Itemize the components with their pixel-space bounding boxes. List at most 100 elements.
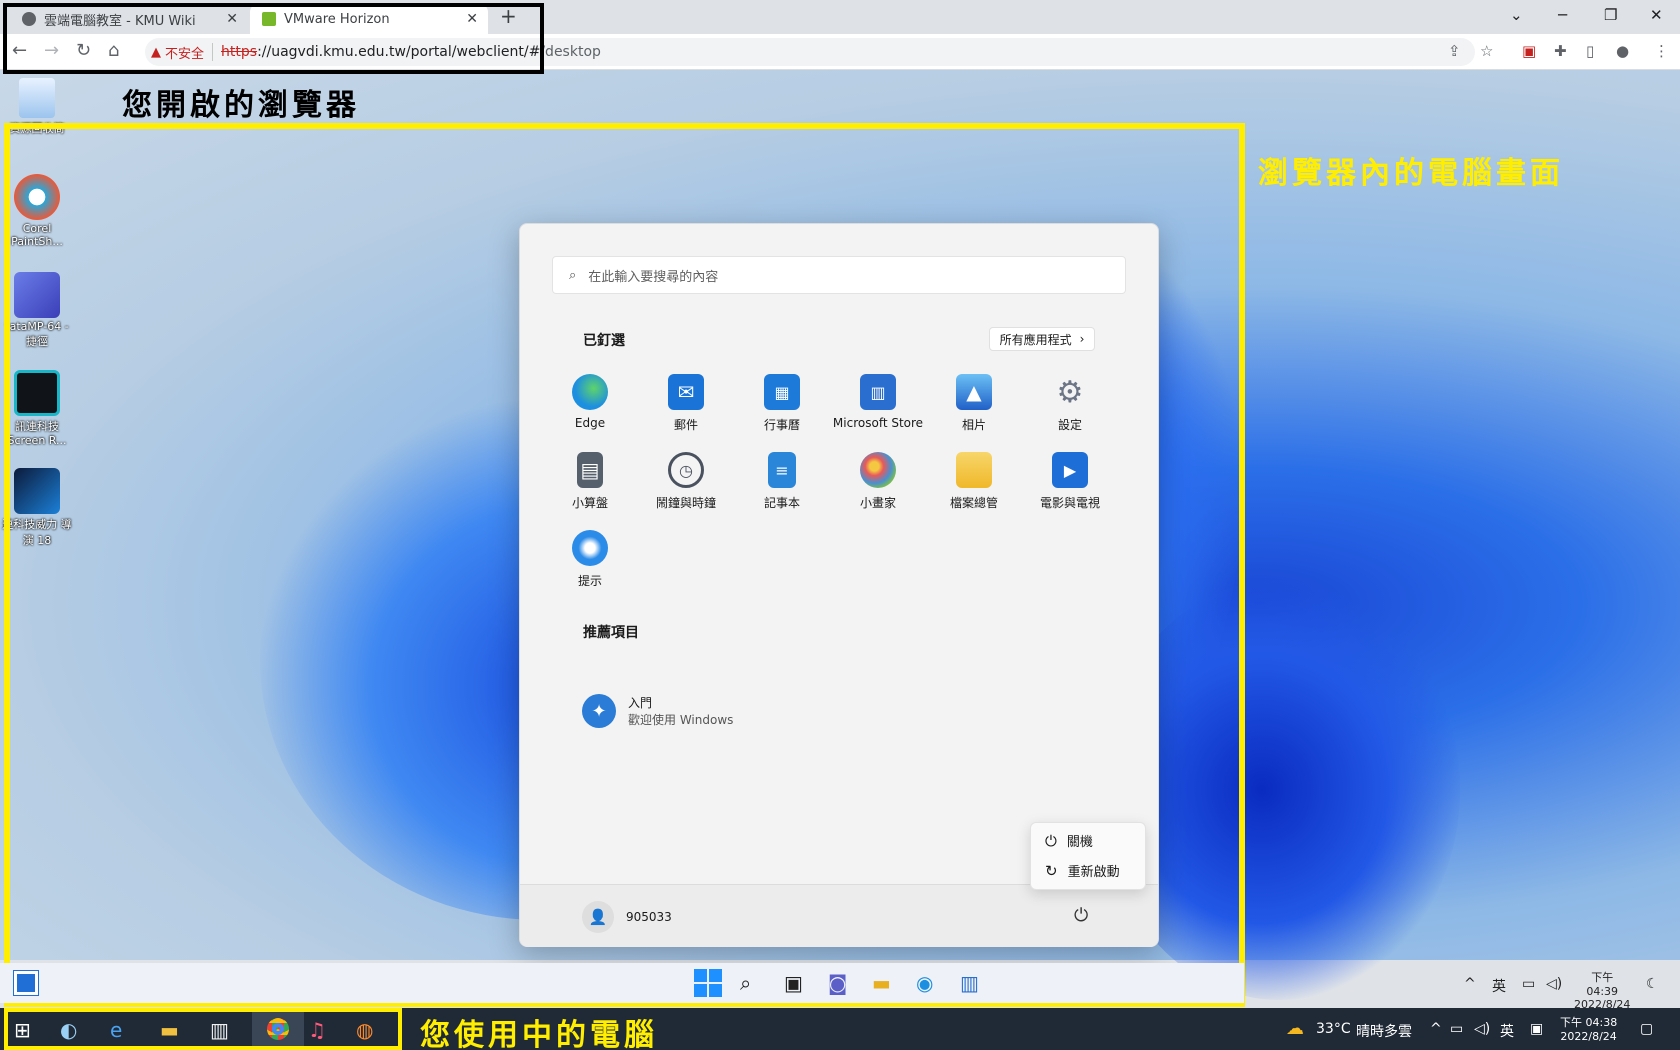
share-icon[interactable]: ⇪ [1448,42,1461,60]
mail-icon: ✉ [668,374,704,410]
search-icon[interactable]: ⌕ [740,971,751,995]
paint-icon [860,452,896,488]
menu-item-label: 關機 [1066,835,1093,850]
input-language[interactable]: 英 [1492,976,1506,996]
pinned-app-tips[interactable]: 提示 [542,530,638,589]
tab-search-icon[interactable]: ⌄ [1510,6,1523,24]
annotation-remote-screen: 瀏覽器內的電腦畫面 [1258,156,1564,191]
pinned-app-calendar[interactable]: ▦ 行事曆 [734,374,830,433]
pinned-app-calculator[interactable]: ▤ 小算盤 [542,452,638,511]
focus-assist-icon[interactable]: ☾ [1646,976,1659,992]
store-icon: ▥ [860,374,896,410]
app-label: 設定 [1057,418,1082,432]
host-clock[interactable]: 下午 04:38 2022/8/24 [1560,1014,1617,1043]
search-placeholder: 在此輸入要搜尋的內容 [588,269,719,285]
remote-clock[interactable]: 下午 04:39 2022/8/24 [1574,969,1630,1011]
app-label: 記事本 [763,496,800,510]
weather-desc[interactable]: 晴時多雲 [1356,1021,1412,1041]
weather-icon[interactable]: ☁ [1286,1018,1304,1039]
recommended-item-title: 入門 [628,696,653,710]
folder-icon[interactable]: ▬ [872,971,891,995]
start-button[interactable] [694,969,722,997]
ime-icon[interactable]: ▣ [1530,1021,1543,1037]
annotation-local-computer: 您使用中的電腦 [420,1018,658,1050]
url-tail: /desktop [540,44,601,60]
start-menu: ⌕ 在此輸入要搜尋的內容 已釘選 所有應用程式 › Edge ✉ 郵件 ▦ 行事… [519,223,1159,947]
pinned-title: 已釘選 [583,333,625,349]
edge-icon [572,374,608,410]
calendar-icon: ▦ [764,374,800,410]
browser-highlight-box [3,3,544,74]
pinned-app-edge[interactable]: Edge [542,374,638,430]
pinned-app-mail[interactable]: ✉ 郵件 [638,374,734,433]
profile-icon[interactable]: ● [1616,42,1629,60]
clock-time: 下午 04:39 [1586,971,1619,998]
edge-icon[interactable]: ◉ [916,971,933,995]
minimize-button[interactable]: ─ [1558,6,1567,24]
folder-icon [956,452,992,488]
shutdown-menu-item[interactable]: ⏻ 關機 [1045,831,1093,851]
user-account-button[interactable]: 👤 905033 [582,901,672,933]
menu-icon[interactable]: ⋮ [1654,42,1669,60]
pinned-app-notepad[interactable]: ≡ 記事本 [734,452,830,511]
app-label: 行事曆 [763,418,800,432]
app-label: 鬧鐘與時鐘 [655,496,716,510]
restart-icon: ↻ [1045,861,1058,880]
store-icon[interactable]: ▥ [960,971,979,995]
clock-icon: ◷ [668,452,704,488]
volume-icon[interactable]: ◁) [1474,1021,1490,1037]
chevron-up-icon[interactable]: ^ [1430,1021,1442,1037]
search-icon: ⌕ [569,267,577,283]
weather-temp[interactable]: 33°C [1316,1021,1351,1037]
bookmark-star-icon[interactable]: ☆ [1480,42,1493,60]
screen: 雲端電腦教室 - KMU Wiki ✕ VMware Horizon ✕ + ⌄… [0,0,1680,1050]
notification-icon[interactable]: ▢ [1640,1021,1653,1037]
app-label: Edge [574,416,606,430]
user-name: 905033 [626,910,672,924]
avatar: 👤 [582,901,614,933]
volume-icon[interactable]: ◁) [1546,976,1562,992]
acrobat-extension-icon[interactable]: ▣ [1522,42,1536,60]
remote-taskbar: ⌕ ▣ ◙ ▬ ◉ ▥ ^ 英 ▭ ◁) 下午 04:39 2022/8/24 … [0,963,1659,1011]
pinned-app-settings[interactable]: ⚙ 設定 [1022,374,1118,433]
extensions-icon[interactable]: ✚ [1554,42,1567,60]
app-label: 電影與電視 [1039,496,1100,510]
input-language[interactable]: 英 [1500,1021,1514,1041]
recycle-bin-icon [19,78,55,118]
window-close-button[interactable]: ✕ [1650,6,1663,24]
chat-icon[interactable]: ◙ [828,971,847,995]
start-search-input[interactable]: ⌕ 在此輸入要搜尋的內容 [552,256,1126,294]
get-started-icon: ✦ [582,694,616,728]
widgets-icon[interactable] [13,970,39,996]
network-icon[interactable]: ▭ [1522,976,1535,992]
power-icon: ⏻ [1045,831,1057,850]
pinned-app-clock[interactable]: ◷ 鬧鐘與時鐘 [638,452,734,511]
pinned-app-photos[interactable]: ▲ 相片 [926,374,1022,433]
menu-item-label: 重新啟動 [1067,865,1120,880]
app-label: 提示 [577,574,602,588]
app-label: 檔案總管 [949,496,998,510]
start-menu-footer: 👤 905033 ⏻ [520,884,1158,947]
clock-date: 2022/8/24 [1560,1030,1617,1043]
app-label: Microsoft Store [832,416,924,430]
chevron-up-icon[interactable]: ^ [1464,976,1476,992]
power-button[interactable]: ⏻ [1074,905,1088,926]
pinned-app-paint[interactable]: 小畫家 [830,452,926,511]
pinned-app-store[interactable]: ▥ Microsoft Store [830,374,926,430]
movies-icon: ▶ [1052,452,1088,488]
side-panel-icon[interactable]: ▯ [1586,42,1594,60]
clock-time: 下午 04:38 [1560,1016,1618,1029]
pinned-app-movies[interactable]: ▶ 電影與電視 [1022,452,1118,511]
app-label: 小算盤 [571,496,608,510]
network-icon[interactable]: ▭ [1450,1021,1463,1037]
task-view-icon[interactable]: ▣ [784,971,803,995]
restart-menu-item[interactable]: ↻ 重新啟動 [1045,861,1120,881]
app-label: 小畫家 [859,496,896,510]
app-label: 相片 [961,418,986,432]
restore-button[interactable]: ❐ [1604,6,1617,24]
pinned-app-file-explorer[interactable]: 檔案總管 [926,452,1022,511]
local-computer-highlight-box [4,1008,402,1050]
notepad-icon: ≡ [768,452,796,488]
all-apps-button[interactable]: 所有應用程式 › [989,327,1095,351]
recommended-item-get-started[interactable]: ✦ 入門 歡迎使用 Windows [582,694,733,728]
